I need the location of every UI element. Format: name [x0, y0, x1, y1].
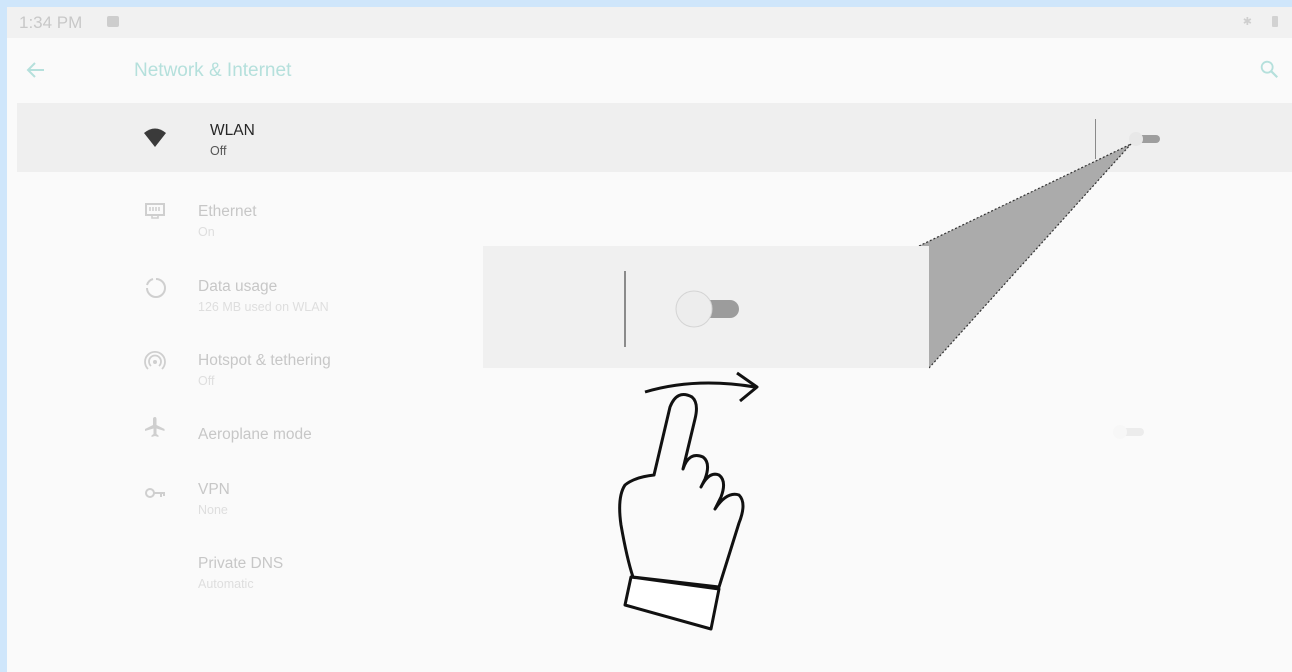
image-notification-icon: [107, 16, 119, 27]
bluetooth-icon: ✱: [1242, 16, 1252, 28]
wlan-toggle-switch[interactable]: [1127, 132, 1161, 146]
aeroplane-mode-toggle-switch[interactable]: [1110, 424, 1146, 440]
ethernet-icon: [145, 203, 165, 219]
page-title: Network & Internet: [134, 60, 292, 81]
settings-item-title: Aeroplane mode: [198, 426, 312, 443]
settings-item-ethernet[interactable]: Ethernet On: [17, 172, 1292, 240]
divider: [624, 271, 626, 347]
settings-item-title: WLAN: [210, 122, 255, 139]
status-time: 1:34 PM: [19, 13, 83, 32]
swipe-right-hand-icon: [618, 371, 759, 631]
wifi-icon: [144, 128, 166, 147]
settings-item-title: Hotspot & tethering: [198, 352, 331, 369]
battery-icon: [1272, 16, 1278, 27]
search-icon[interactable]: [1258, 58, 1280, 80]
settings-item-title: VPN: [198, 481, 230, 498]
settings-item-title: Private DNS: [198, 555, 284, 572]
settings-item-subtitle: On: [198, 225, 215, 239]
settings-item-subtitle: Automatic: [198, 577, 254, 591]
data-usage-icon: [146, 278, 166, 298]
settings-item-title: Data usage: [198, 278, 278, 295]
settings-item-wlan[interactable]: WLAN Off: [17, 103, 1292, 172]
airplane-icon: [145, 417, 165, 437]
app-bar: Network & Internet: [7, 38, 1292, 103]
device-screen: 1:34 PM ✱ Network & Internet WLAN Off Et…: [7, 7, 1292, 672]
settings-item-title: Ethernet: [198, 203, 257, 220]
settings-item-subtitle: 126 MB used on WLAN: [198, 300, 329, 314]
settings-item-subtitle: Off: [210, 144, 227, 158]
settings-item-subtitle: Off: [198, 374, 215, 388]
status-bar: 1:34 PM ✱: [7, 7, 1292, 38]
vpn-key-icon: [145, 488, 165, 498]
zoom-callout-panel: [483, 246, 929, 368]
magnified-toggle-switch: [675, 290, 739, 328]
settings-item-subtitle: None: [198, 503, 228, 517]
hotspot-icon: [144, 350, 166, 370]
divider: [1095, 119, 1096, 159]
back-arrow-icon[interactable]: [24, 58, 48, 82]
